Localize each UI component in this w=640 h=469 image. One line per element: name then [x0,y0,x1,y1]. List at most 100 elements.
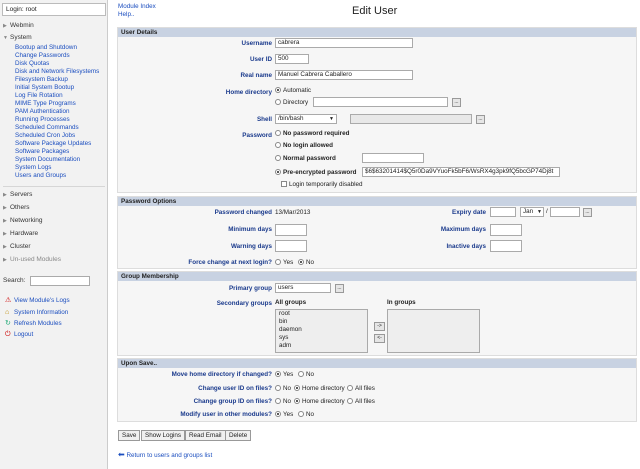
search-input[interactable] [30,276,90,286]
sidebar-item-processes[interactable]: Running Processes [15,116,70,124]
expiry-year-field[interactable] [550,207,580,217]
min-days-field[interactable] [275,224,307,236]
date-separator: / [546,208,548,215]
move-home-label: Move home directory if changed? [171,371,272,378]
max-days-label: Maximum days [440,226,486,233]
module-index-link[interactable]: Module Index [118,3,156,11]
category-system[interactable]: ▼ System [3,33,32,42]
shell-other-field[interactable] [350,114,472,124]
modify-yes-radio[interactable]: Yes [275,411,293,419]
category-hardware[interactable]: ▶ Hardware [3,229,38,238]
chevron-right-icon: ▶ [3,23,7,29]
force-no-radio[interactable]: No [298,259,314,267]
expiry-month-select[interactable]: Jan ▼ [520,207,544,217]
radio-icon [275,259,281,266]
list-item[interactable]: root [279,310,367,318]
radio-icon [275,385,281,392]
uid-field[interactable]: 500 [275,54,309,64]
browse-home-button[interactable]: ... [452,98,461,107]
realname-field[interactable]: Manuel Cabrera Caballero [275,70,413,80]
sidebar-item-filesystems[interactable]: Disk and Network Filesystems [15,68,99,76]
sidebar-item-log-rotation[interactable]: Log File Rotation [15,92,63,100]
browse-shell-button[interactable]: ... [476,115,485,124]
sidebar-item-mime[interactable]: MIME Type Programs [15,100,76,108]
help-link[interactable]: Help.. [118,11,156,19]
sidebar-item-disk-quotas[interactable]: Disk Quotas [15,60,49,68]
pw-nologin-radio[interactable]: No login allowed [275,142,333,150]
category-networking[interactable]: ▶ Networking [3,216,43,225]
category-unused[interactable]: ▶ Un-used Modules [3,255,61,264]
force-yes-radio[interactable]: Yes [275,259,293,267]
category-servers[interactable]: ▶ Servers [3,190,32,199]
normal-password-field[interactable] [362,153,424,163]
uid-all-radio[interactable]: All files [347,385,375,393]
show-logins-button[interactable]: Show Logins [141,430,186,441]
uid-home-radio[interactable]: Home directory [294,385,345,393]
sidebar-item-cron[interactable]: Scheduled Cron Jobs [15,132,75,140]
sidebar-item-change-passwords[interactable]: Change Passwords [15,52,70,60]
system-info-link[interactable]: ⌂ System Information [5,308,68,318]
radio-icon [347,385,353,392]
refresh-modules-link[interactable]: ↻ Refresh Modules [5,319,62,329]
view-logs-link[interactable]: ⚠ View Module's Logs [5,296,70,306]
gid-home-radio[interactable]: Home directory [294,398,345,406]
sidebar-item-logs[interactable]: System Logs [15,164,51,172]
sidebar-item-packages[interactable]: Software Packages [15,148,69,156]
list-item[interactable]: adm [279,342,367,350]
sidebar-item-initial-bootup[interactable]: Initial System Bootup [15,84,74,92]
logout-icon: ⏻ [5,331,11,338]
pw-none-radio[interactable]: No password required [275,130,349,138]
read-email-button[interactable]: Read Email [185,430,226,441]
primary-group-field[interactable]: users [275,283,331,293]
login-disabled-checkbox[interactable]: Login temporarily disabled [281,181,363,189]
home-auto-radio[interactable]: Automatic [275,87,311,95]
expiry-day-field[interactable] [490,207,516,217]
warn-days-field[interactable] [275,240,307,252]
radio-icon [275,142,281,149]
move-no-radio[interactable]: No [298,371,314,379]
shell-select[interactable]: /bin/bash ▼ [275,114,337,124]
sidebar-item-users-groups[interactable]: Users and Groups [15,172,66,180]
inactive-days-label: Inactive days [446,243,486,250]
calendar-button[interactable]: ... [583,208,592,217]
username-field[interactable]: cabrera [275,38,413,48]
browse-group-button[interactable]: ... [335,284,344,293]
list-item[interactable]: bin [279,318,367,326]
max-days-field[interactable] [490,224,522,236]
list-item[interactable]: sys [279,334,367,342]
sidebar-item-pam[interactable]: PAM Authentication [15,108,70,116]
sidebar-item-bootup[interactable]: Bootup and Shutdown [15,44,77,52]
sidebar-item-filesystem-backup[interactable]: Filesystem Backup [15,76,68,84]
list-item[interactable]: daemon [279,326,367,334]
refresh-icon: ↻ [5,320,11,327]
gid-no-radio[interactable]: No [275,398,291,406]
return-link[interactable]: ⬅ Return to users and groups list [118,450,212,459]
move-yes-radio[interactable]: Yes [275,371,293,379]
home-icon: ⌂ [5,309,10,316]
in-groups-list[interactable] [387,309,480,353]
category-others[interactable]: ▶ Others [3,203,30,212]
category-cluster[interactable]: ▶ Cluster [3,242,31,251]
sidebar-item-documentation[interactable]: System Documentation [15,156,80,164]
radio-icon [294,385,300,392]
pw-pre-radio[interactable]: Pre-encrypted password [275,169,357,177]
home-dir-field[interactable] [313,97,448,107]
all-groups-heading: All groups [275,299,307,306]
add-group-button[interactable]: -> [374,322,385,331]
all-groups-list[interactable]: root bin daemon sys adm [275,309,368,353]
logout-link[interactable]: ⏻ Logout [5,330,33,340]
pw-normal-radio[interactable]: Normal password [275,155,336,163]
sidebar-item-scheduled-commands[interactable]: Scheduled Commands [15,124,79,132]
home-dir-radio[interactable]: Directory [275,99,308,107]
delete-button[interactable]: Delete [225,430,252,441]
pre-encrypted-field[interactable]: $6$63201414$Q5r0Da9VYuoFk5bF6/WsRX4g3pk9… [362,167,560,177]
save-button[interactable]: Save [118,430,141,441]
remove-group-button[interactable]: <- [374,334,385,343]
uid-no-radio[interactable]: No [275,385,291,393]
sidebar-item-package-updates[interactable]: Software Package Updates [15,140,91,148]
primary-group-label: Primary group [228,285,272,292]
modify-no-radio[interactable]: No [298,411,314,419]
category-webmin[interactable]: ▶ Webmin [3,21,34,30]
gid-all-radio[interactable]: All files [347,398,375,406]
inactive-days-field[interactable] [490,240,522,252]
